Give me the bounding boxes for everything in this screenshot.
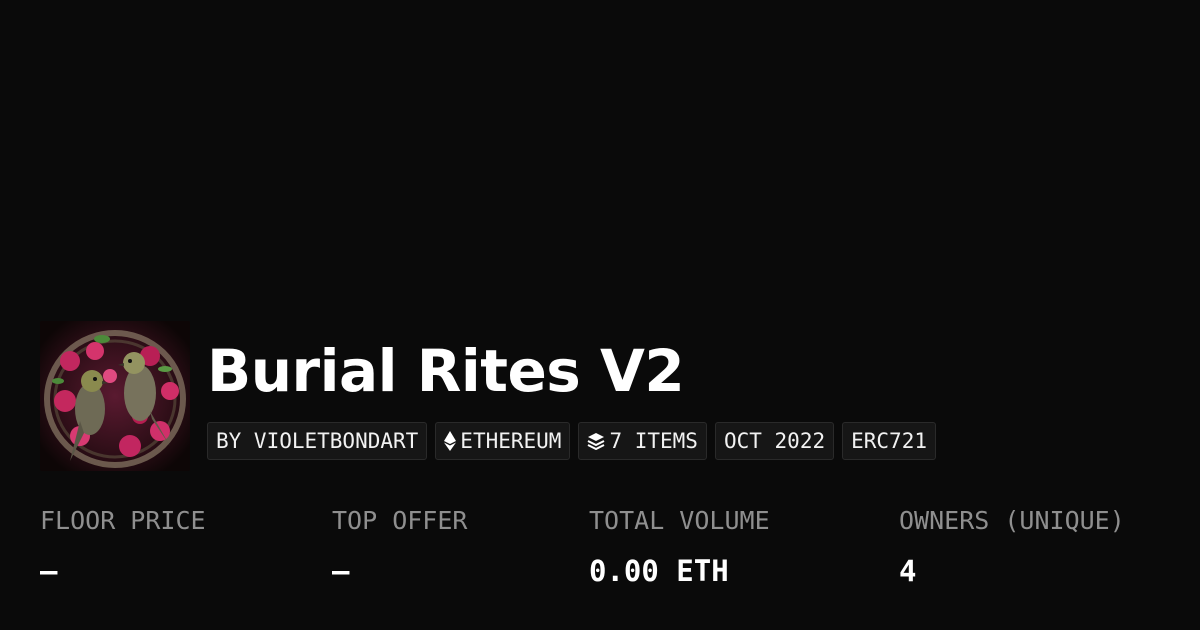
top-offer-value: – — [332, 554, 350, 588]
owners-stat: OWNERS (UNIQUE) 4 — [899, 505, 1125, 591]
chain-label: ETHEREUM — [460, 429, 562, 453]
floor-price-label: FLOOR PRICE — [40, 506, 206, 535]
collection-title: Burial Rites V2 — [207, 337, 685, 405]
ethereum-icon — [444, 431, 457, 451]
layers-icon — [587, 432, 605, 450]
collection-header: Burial Rites V2 BY VIOLETBONDART ETHEREU… — [40, 321, 936, 471]
chain-tag[interactable]: ETHEREUM — [435, 422, 571, 460]
creator-label: BY VIOLETBONDART — [216, 429, 419, 453]
creator-tag[interactable]: BY VIOLETBONDART — [207, 422, 428, 460]
items-label: 7 ITEMS — [609, 429, 698, 453]
top-offer-label: TOP OFFER — [332, 506, 468, 535]
collection-stats: FLOOR PRICE – TOP OFFER – TOTAL VOLUME 0… — [0, 505, 1200, 605]
collection-tags: BY VIOLETBONDART ETHEREUM 7 ITEMS OCT 20… — [207, 422, 936, 460]
standard-label: ERC721 — [851, 429, 927, 453]
collection-info: Burial Rites V2 BY VIOLETBONDART ETHEREU… — [207, 321, 936, 460]
date-label: OCT 2022 — [723, 429, 826, 453]
owners-value: 4 — [899, 554, 917, 588]
total-volume-value: 0.00 ETH — [589, 554, 729, 588]
owners-label: OWNERS (UNIQUE) — [899, 506, 1125, 535]
standard-tag: ERC721 — [842, 422, 936, 460]
bird-artwork-icon — [40, 321, 190, 471]
floor-price-stat: FLOOR PRICE – — [40, 505, 206, 591]
collection-avatar[interactable] — [40, 321, 190, 471]
floor-price-value: – — [40, 554, 58, 588]
top-offer-stat: TOP OFFER – — [332, 505, 467, 591]
total-volume-stat: TOTAL VOLUME 0.00 ETH — [589, 505, 770, 591]
items-tag[interactable]: 7 ITEMS — [578, 422, 707, 460]
date-tag: OCT 2022 — [714, 422, 835, 460]
total-volume-label: TOTAL VOLUME — [589, 506, 770, 535]
